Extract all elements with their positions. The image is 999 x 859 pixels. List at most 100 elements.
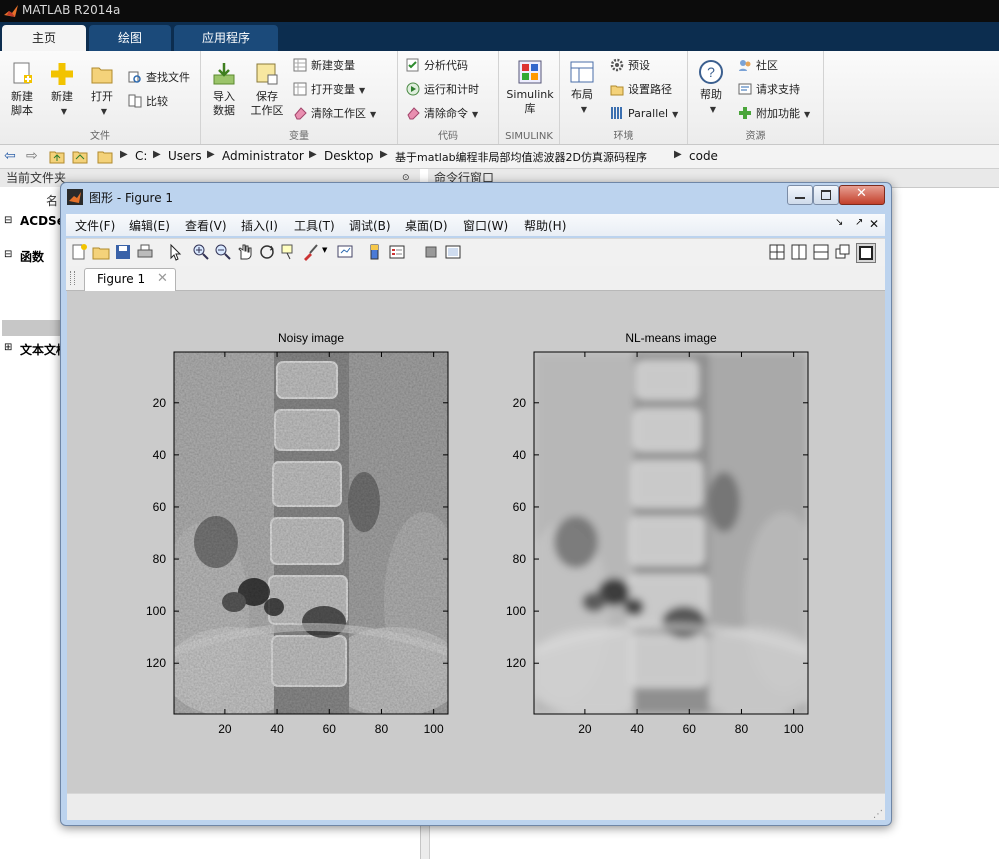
tree-group-functions[interactable]: 函数 bbox=[20, 248, 44, 265]
pan-hand-icon[interactable] bbox=[236, 243, 254, 261]
back-arrow-icon[interactable]: ⇦ bbox=[4, 148, 16, 164]
data-cursor-icon[interactable] bbox=[280, 243, 298, 261]
breadcrumb-users[interactable]: Users bbox=[168, 149, 202, 163]
tab-plots[interactable]: 绘图 bbox=[89, 25, 171, 51]
new-button[interactable]: 新建 ▼ bbox=[44, 61, 80, 119]
find-files-button[interactable]: 查找文件 bbox=[128, 69, 190, 87]
eraser-icon bbox=[294, 107, 307, 120]
pointer-icon[interactable] bbox=[166, 243, 184, 261]
dock-arrow-icon[interactable]: ↘ bbox=[835, 217, 843, 228]
breadcrumb-code[interactable]: code bbox=[689, 149, 718, 163]
noisy-x-tick-label: 20 bbox=[218, 722, 232, 736]
community-button[interactable]: 社区 bbox=[738, 57, 778, 75]
figure-title-bar[interactable]: 图形 - Figure 1 ✕ bbox=[61, 183, 891, 211]
float-window-icon[interactable] bbox=[834, 243, 852, 261]
clear-commands-button[interactable]: 清除命令 ▼ bbox=[406, 105, 478, 123]
nl-means-image bbox=[519, 352, 824, 717]
save-icon[interactable] bbox=[114, 243, 132, 261]
menu-debug[interactable]: 调试(B) bbox=[349, 217, 391, 234]
nl-means-y-tick-label: 60 bbox=[513, 500, 527, 514]
tree-group-acdsee[interactable]: ACDSe bbox=[20, 214, 65, 228]
noisy-y-tick-label: 20 bbox=[153, 396, 167, 410]
menu-edit[interactable]: 编辑(E) bbox=[129, 217, 170, 234]
breadcrumb-c[interactable]: C: bbox=[135, 149, 147, 163]
link-plot-icon[interactable] bbox=[336, 243, 354, 261]
grip-handle-icon[interactable] bbox=[70, 271, 75, 285]
tree-toggle-icon[interactable]: ⊟ bbox=[4, 249, 12, 260]
tab-apps[interactable]: 应用程序 bbox=[174, 25, 278, 51]
new-variable-button[interactable]: 新建变量 bbox=[293, 57, 355, 75]
compare-button[interactable]: 比较 bbox=[128, 93, 168, 111]
selected-file-row[interactable] bbox=[2, 320, 62, 336]
menu-insert[interactable]: 插入(I) bbox=[241, 217, 278, 234]
name-column-header[interactable]: 名 bbox=[46, 192, 58, 209]
noisy-y-tick-label: 80 bbox=[153, 552, 167, 566]
menu-desktop[interactable]: 桌面(D) bbox=[405, 217, 448, 234]
tab-home[interactable]: 主页 bbox=[2, 25, 86, 51]
print-icon[interactable] bbox=[136, 243, 154, 261]
menu-window[interactable]: 窗口(W) bbox=[463, 217, 508, 234]
analyze-code-button[interactable]: 分析代码 bbox=[406, 57, 468, 75]
resources-group: ? 帮助 ▼ 社区 请求支持 附加功能 ▼ 资源 bbox=[688, 51, 824, 144]
simulink-library-button[interactable]: Simulink 库 bbox=[503, 59, 557, 116]
menu-file[interactable]: 文件(F) bbox=[75, 217, 115, 234]
preferences-button[interactable]: 预设 bbox=[610, 57, 650, 75]
set-path-button[interactable]: 设置路径 bbox=[610, 81, 672, 99]
breadcrumb-desktop[interactable]: Desktop bbox=[324, 149, 374, 163]
breadcrumb-separator: ▶ bbox=[207, 149, 215, 160]
tile-grid-icon[interactable] bbox=[768, 243, 786, 261]
save-workspace-button[interactable]: 保存 工作区 bbox=[247, 61, 287, 118]
maximize-button[interactable] bbox=[813, 185, 839, 205]
run-and-time-button[interactable]: 运行和计时 bbox=[406, 81, 479, 99]
open-variable-button[interactable]: 打开变量 ▼ bbox=[293, 81, 365, 99]
minimize-button[interactable] bbox=[787, 185, 813, 205]
colorbar-icon[interactable] bbox=[366, 243, 384, 261]
folder-icon bbox=[91, 67, 113, 84]
browse-folder-icon[interactable] bbox=[72, 149, 88, 164]
brush-icon[interactable] bbox=[302, 243, 320, 261]
open-button[interactable]: 打开 ▼ bbox=[84, 61, 120, 119]
simulink-group: Simulink 库 SIMULINK bbox=[499, 51, 560, 144]
matlab-logo-icon bbox=[67, 189, 83, 205]
menu-help[interactable]: 帮助(H) bbox=[524, 217, 566, 234]
close-icon[interactable]: ✕ bbox=[869, 217, 879, 231]
tree-toggle-icon[interactable]: ⊞ bbox=[4, 342, 12, 353]
add-ons-button[interactable]: 附加功能 ▼ bbox=[738, 105, 810, 123]
tile-columns-icon[interactable] bbox=[790, 243, 808, 261]
new-script-button[interactable]: 新建 脚本 bbox=[4, 61, 40, 118]
up-folder-icon[interactable] bbox=[49, 149, 65, 164]
zoom-out-icon[interactable] bbox=[214, 243, 232, 261]
nl-means-y-tick-label: 120 bbox=[506, 656, 526, 670]
show-plot-tools-icon[interactable] bbox=[444, 243, 462, 261]
open-file-icon[interactable] bbox=[92, 243, 110, 261]
plus-icon bbox=[51, 63, 73, 85]
save-workspace-icon bbox=[256, 63, 278, 85]
rotate-3d-icon[interactable] bbox=[258, 243, 276, 261]
tab-figure-1[interactable]: Figure 1 ✕ bbox=[84, 268, 176, 291]
menu-view[interactable]: 查看(V) bbox=[185, 217, 227, 234]
request-support-button[interactable]: 请求支持 bbox=[738, 81, 800, 99]
import-data-button[interactable]: 导入 数据 bbox=[205, 61, 243, 118]
undock-arrow-icon[interactable]: ↗ bbox=[855, 217, 863, 228]
legend-icon[interactable] bbox=[388, 243, 406, 261]
breadcrumb-project-folder[interactable]: 基于matlab编程非局部均值滤波器2D仿真源码程序 bbox=[395, 149, 647, 165]
resize-grip-icon[interactable]: ⋰ bbox=[873, 809, 883, 820]
zoom-in-icon[interactable] bbox=[192, 243, 210, 261]
parallel-button[interactable]: Parallel ▼ bbox=[610, 105, 678, 123]
maximize-figure-icon[interactable] bbox=[856, 243, 876, 263]
close-button[interactable]: ✕ bbox=[839, 185, 885, 205]
help-button[interactable]: ? 帮助 ▼ bbox=[694, 59, 728, 117]
layout-button[interactable]: 布局 ▼ bbox=[566, 59, 598, 117]
hide-plot-tools-icon[interactable] bbox=[422, 243, 440, 261]
tile-rows-icon[interactable] bbox=[812, 243, 830, 261]
menu-tools[interactable]: 工具(T) bbox=[294, 217, 335, 234]
breadcrumb-administrator[interactable]: Administrator bbox=[222, 149, 304, 163]
nl-means-y-tick-label: 80 bbox=[513, 552, 527, 566]
clear-workspace-button[interactable]: 清除工作区 ▼ bbox=[293, 105, 376, 123]
parallel-icon bbox=[611, 107, 622, 119]
new-figure-icon[interactable] bbox=[70, 243, 88, 261]
close-tab-icon[interactable]: ✕ bbox=[157, 271, 168, 286]
forward-arrow-icon[interactable]: ⇨ bbox=[26, 148, 38, 164]
tree-toggle-icon[interactable]: ⊟ bbox=[4, 215, 12, 226]
brush-dropdown-icon[interactable]: ▼ bbox=[322, 246, 327, 254]
